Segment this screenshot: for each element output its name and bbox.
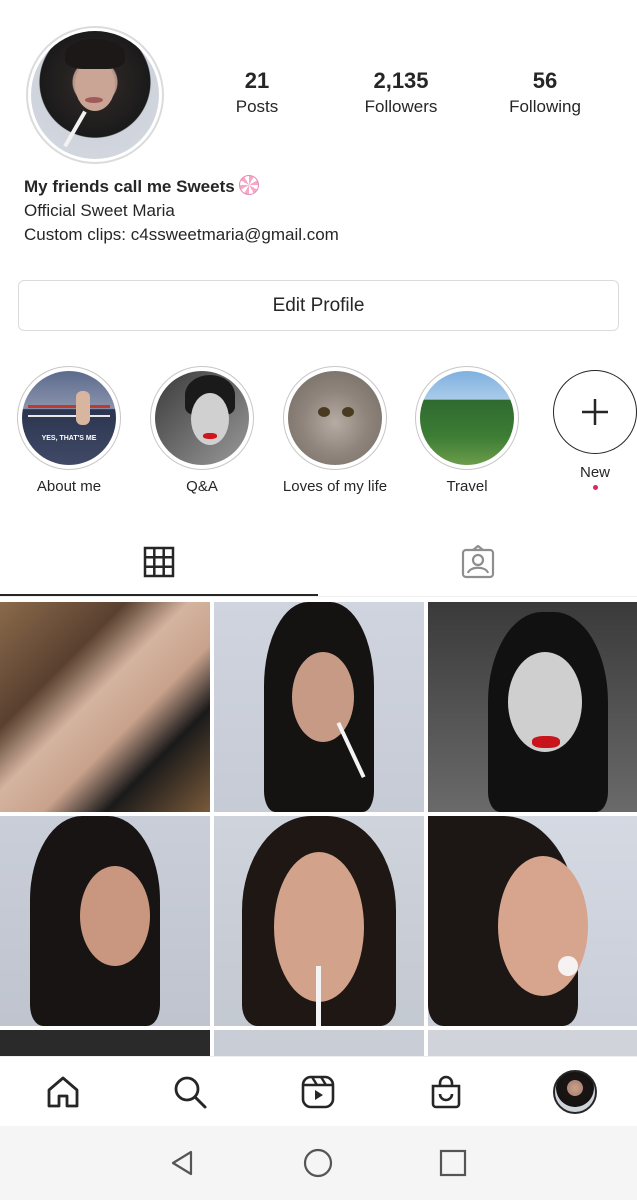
active-tab-indicator	[0, 594, 318, 596]
home-circle-icon	[303, 1148, 333, 1178]
nav-reels[interactable]	[299, 1073, 337, 1111]
post-thumbnail[interactable]	[214, 1030, 424, 1058]
display-name: My friends call me Sweets	[24, 177, 235, 196]
bio-contact[interactable]: Custom clips: c4ssweetmaria@gmail.com	[24, 223, 339, 247]
new-badge-dot	[592, 485, 598, 490]
back-icon	[171, 1150, 193, 1176]
shop-icon	[431, 1075, 461, 1109]
highlight-travel[interactable]: Travel	[407, 366, 527, 495]
highlight-label: About me	[36, 478, 102, 495]
home-icon	[47, 1076, 79, 1108]
highlight-caption: YES, THAT'S ME	[41, 435, 97, 442]
tagged-icon	[461, 544, 495, 579]
post-thumbnail[interactable]	[0, 602, 210, 812]
post-thumbnail[interactable]	[214, 602, 424, 812]
post-thumbnail[interactable]	[428, 602, 637, 812]
highlight-label: Loves of my life	[282, 478, 388, 495]
post-thumbnail[interactable]	[428, 1030, 637, 1058]
nav-shop[interactable]	[427, 1073, 465, 1111]
lollipop-icon	[238, 175, 259, 195]
system-back-button[interactable]	[165, 1146, 199, 1180]
system-home-button[interactable]	[301, 1146, 335, 1180]
highlight-loves[interactable]: Loves of my life	[275, 366, 395, 495]
following-stat[interactable]: 56 Following	[490, 68, 600, 117]
highlight-cover: YES, THAT'S ME	[22, 371, 116, 465]
highlight-label: New	[579, 464, 610, 481]
followers-stat[interactable]: 2,135 Followers	[346, 68, 456, 117]
posts-stat[interactable]: 21 Posts	[202, 68, 312, 117]
followers-label: Followers	[364, 97, 438, 116]
post-thumbnail[interactable]	[214, 816, 424, 1026]
reels-icon	[301, 1075, 335, 1109]
highlight-new[interactable]: New	[535, 366, 637, 490]
tab-tagged[interactable]	[461, 544, 495, 579]
nav-search[interactable]	[171, 1073, 209, 1111]
edit-profile-button[interactable]: Edit Profile	[18, 280, 619, 331]
nav-profile[interactable]	[552, 1069, 598, 1115]
post-thumbnail[interactable]	[428, 816, 637, 1026]
bio-line: Official Sweet Maria	[24, 201, 175, 220]
profile-avatar[interactable]	[26, 26, 164, 164]
following-count: 56	[532, 68, 558, 93]
system-recents-button[interactable]	[436, 1146, 470, 1180]
posts-grid	[0, 602, 637, 1058]
highlight-cover	[155, 371, 249, 465]
tab-grid[interactable]	[142, 545, 176, 579]
highlight-cover	[420, 371, 514, 465]
followers-count: 2,135	[373, 68, 429, 93]
nav-home[interactable]	[44, 1073, 82, 1111]
highlight-qa[interactable]: Q&A	[142, 366, 262, 495]
highlight-cover	[288, 371, 382, 465]
bio: My friends call me Sweets Official Sweet…	[24, 175, 339, 247]
system-nav-bar	[0, 1126, 637, 1200]
highlight-label: Q&A	[186, 478, 218, 495]
following-label: Following	[509, 97, 581, 116]
posts-count: 21	[244, 68, 270, 93]
highlight-label: Travel	[446, 478, 488, 495]
avatar-image	[31, 31, 159, 159]
recents-icon	[439, 1149, 467, 1177]
bottom-nav	[0, 1056, 637, 1127]
posts-label: Posts	[235, 97, 279, 116]
tabs-divider	[0, 596, 637, 597]
profile-avatar	[553, 1070, 597, 1114]
post-thumbnail[interactable]	[0, 816, 210, 1026]
grid-icon	[143, 546, 175, 578]
add-highlight-button[interactable]	[553, 370, 637, 454]
plus-icon	[582, 399, 608, 425]
post-thumbnail[interactable]	[0, 1030, 210, 1058]
highlight-about-me[interactable]: YES, THAT'S ME About me	[9, 366, 129, 495]
search-icon	[174, 1076, 207, 1109]
